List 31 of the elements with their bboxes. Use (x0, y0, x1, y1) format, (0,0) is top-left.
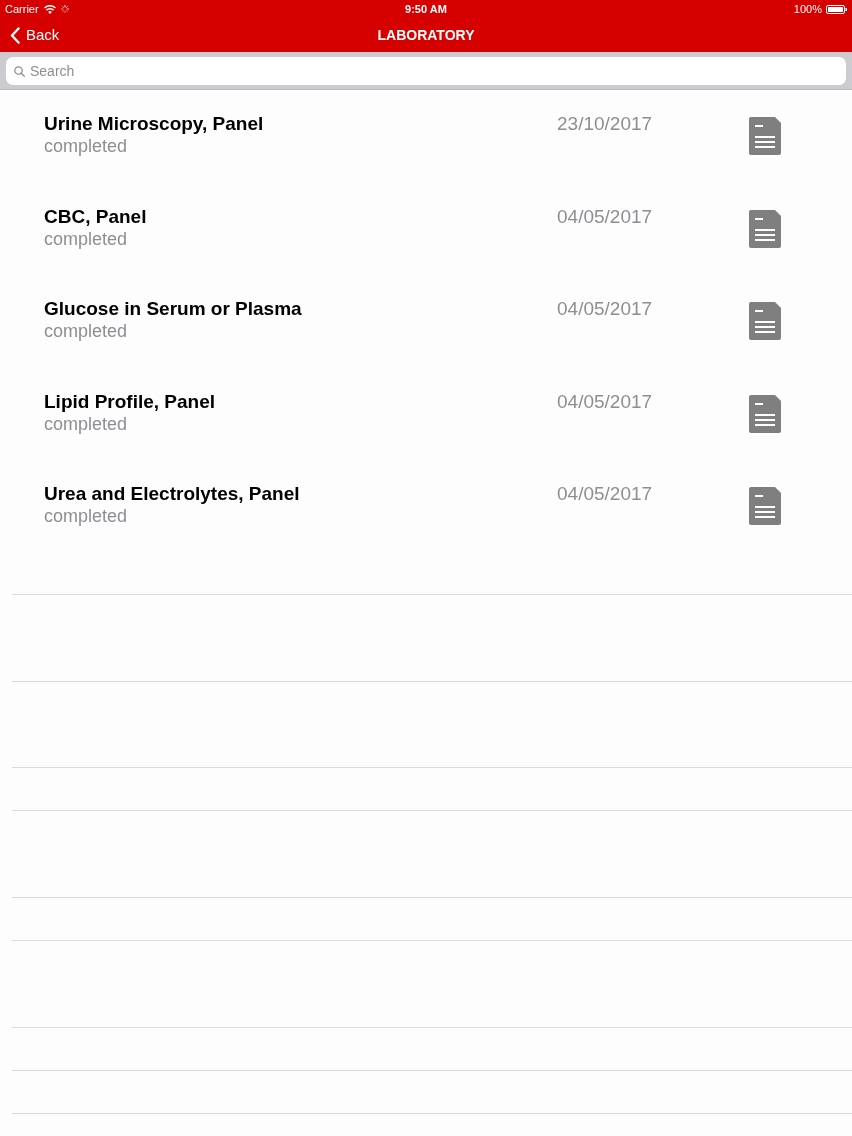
test-date: 04/05/2017 (557, 482, 653, 505)
test-status: completed (44, 505, 128, 527)
test-date: 04/05/2017 (557, 389, 653, 413)
test-name: Lipid Profile, Panel (44, 389, 216, 413)
clock-time: 9:50 AM (405, 1, 447, 17)
activity-spinner-icon (60, 5, 69, 13)
search-icon (14, 65, 25, 77)
page-title: LABORATORY (377, 25, 475, 45)
search-field[interactable]: Search (6, 57, 846, 85)
wifi-icon (43, 4, 56, 14)
test-status: completed (44, 320, 128, 342)
battery-icon (826, 4, 847, 14)
chevron-left-icon (10, 26, 20, 44)
document-icon[interactable] (749, 487, 781, 525)
test-date: 04/05/2017 (557, 204, 653, 228)
test-name: Urea and Electrolytes, Panel (44, 482, 300, 505)
test-status: completed (44, 412, 128, 435)
document-icon[interactable] (749, 302, 781, 340)
test-name: Glucose in Serum or Plasma (44, 297, 302, 320)
battery-percentage: 100% (793, 1, 822, 17)
test-status: completed (44, 227, 128, 250)
document-icon[interactable] (749, 209, 781, 248)
test-date: 04/05/2017 (557, 297, 653, 320)
test-name: CBC, Panel (44, 204, 147, 228)
document-icon[interactable] (749, 394, 781, 433)
test-date: 23/10/2017 (557, 112, 653, 135)
back-button[interactable]: Back (0, 20, 64, 50)
test-status: completed (44, 135, 128, 157)
carrier-label: Carrier (5, 1, 39, 17)
document-icon[interactable] (749, 117, 781, 155)
test-name: Urine Microscopy, Panel (44, 112, 264, 135)
